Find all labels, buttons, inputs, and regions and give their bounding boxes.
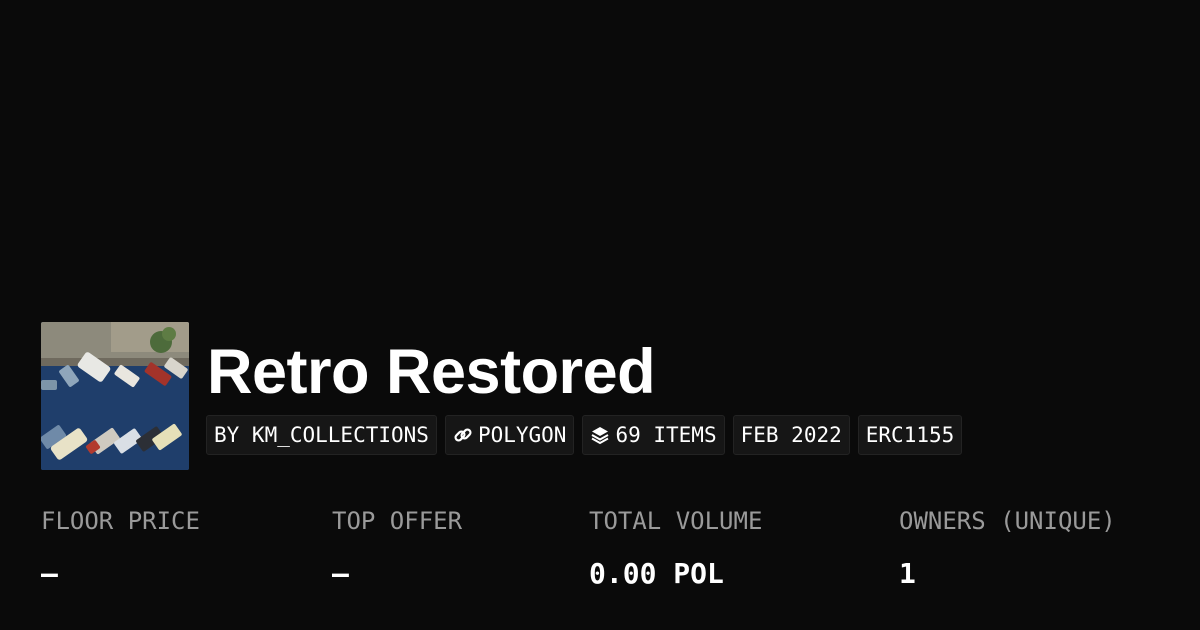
parking-lot-photo xyxy=(41,322,189,470)
collection-title: Retro Restored xyxy=(207,337,656,407)
stat-floor-price: FLOOR PRICE – xyxy=(41,505,200,592)
creator-badge[interactable]: BY KM_COLLECTIONS xyxy=(206,415,437,455)
standard-badge-label: ERC1155 xyxy=(865,423,955,447)
stat-label: TOTAL VOLUME xyxy=(589,507,763,535)
stat-value: – xyxy=(332,557,349,590)
collection-thumbnail xyxy=(41,322,189,470)
items-badge[interactable]: 69 ITEMS xyxy=(582,415,725,455)
chain-badge[interactable]: POLYGON xyxy=(444,415,575,455)
collection-card: { "collection": { "title": "Retro Restor… xyxy=(0,0,1200,630)
layers-icon xyxy=(590,425,610,445)
creator-badge-label: BY KM_COLLECTIONS xyxy=(214,423,429,447)
stat-value: – xyxy=(41,557,58,590)
stat-owners: OWNERS (UNIQUE) 1 xyxy=(899,505,1116,592)
date-badge-label: FEB 2022 xyxy=(740,423,842,447)
stat-label: TOP OFFER xyxy=(332,507,463,535)
stat-total-volume: TOTAL VOLUME 0.00 POL xyxy=(589,505,762,592)
chain-link-icon xyxy=(453,425,473,445)
stat-top-offer: TOP OFFER – xyxy=(332,505,462,592)
items-badge-label: 69 ITEMS xyxy=(615,423,717,447)
date-badge: FEB 2022 xyxy=(732,415,850,455)
stat-label: OWNERS (UNIQUE) xyxy=(899,507,1116,535)
stat-label: FLOOR PRICE xyxy=(41,507,200,535)
chain-badge-label: POLYGON xyxy=(477,423,567,447)
stat-value: 0.00 POL xyxy=(589,557,724,590)
collection-badges: BY KM_COLLECTIONS POLYGON 69 ITEMS FEB 2… xyxy=(206,415,963,455)
standard-badge: ERC1155 xyxy=(857,415,963,455)
stat-value: 1 xyxy=(899,557,916,590)
